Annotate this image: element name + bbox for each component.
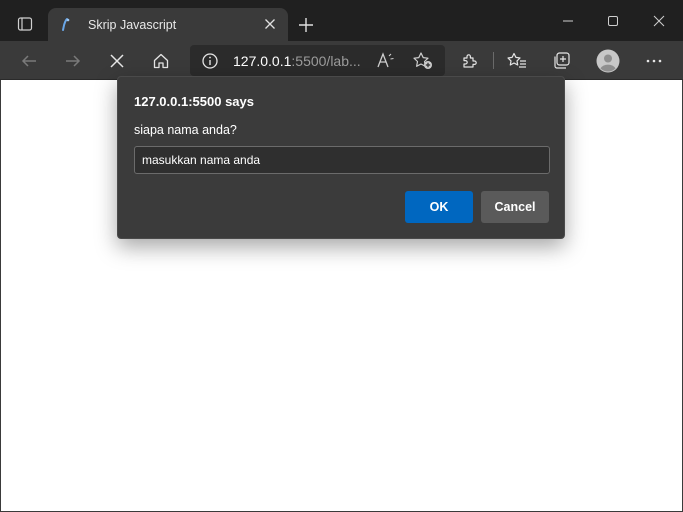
home-icon[interactable] (147, 47, 175, 75)
favorites-icon[interactable] (503, 47, 531, 75)
browser-toolbar: 127.0.0.1:5500/lab... (0, 41, 683, 80)
site-info-icon[interactable] (201, 52, 219, 70)
collections-icon[interactable] (548, 47, 576, 75)
title-bar: Skrip Javascript (0, 0, 683, 41)
url-path: :5500/lab... (291, 53, 361, 69)
more-menu-icon[interactable] (640, 47, 668, 75)
add-favorite-icon[interactable] (412, 51, 434, 71)
close-window-icon[interactable] (644, 8, 674, 34)
browser-tab[interactable]: Skrip Javascript (48, 8, 288, 41)
stop-loading-icon[interactable] (103, 47, 131, 75)
toolbar-separator (493, 52, 494, 69)
back-icon[interactable] (15, 47, 43, 75)
read-aloud-icon[interactable] (376, 51, 396, 71)
prompt-dialog: 127.0.0.1:5500 says siapa nama anda? OK … (117, 76, 565, 239)
page-favicon (58, 17, 74, 33)
dialog-title: 127.0.0.1:5500 says (134, 94, 254, 109)
dialog-message: siapa nama anda? (134, 123, 237, 137)
forward-icon[interactable] (59, 47, 87, 75)
ok-button[interactable]: OK (405, 191, 473, 223)
address-bar[interactable]: 127.0.0.1:5500/lab... (190, 45, 445, 76)
profile-avatar[interactable] (594, 47, 622, 75)
extensions-icon[interactable] (455, 47, 483, 75)
maximize-icon[interactable] (598, 8, 628, 34)
cancel-button[interactable]: Cancel (481, 191, 549, 223)
url-text[interactable]: 127.0.0.1:5500/lab... (233, 53, 361, 69)
minimize-icon[interactable] (553, 8, 583, 34)
close-tab-icon[interactable] (262, 16, 278, 32)
new-tab-icon[interactable] (294, 13, 318, 37)
tab-title: Skrip Javascript (88, 17, 177, 32)
prompt-input[interactable] (134, 146, 550, 174)
tab-actions-icon[interactable] (8, 12, 42, 36)
url-host: 127.0.0.1 (233, 53, 292, 69)
